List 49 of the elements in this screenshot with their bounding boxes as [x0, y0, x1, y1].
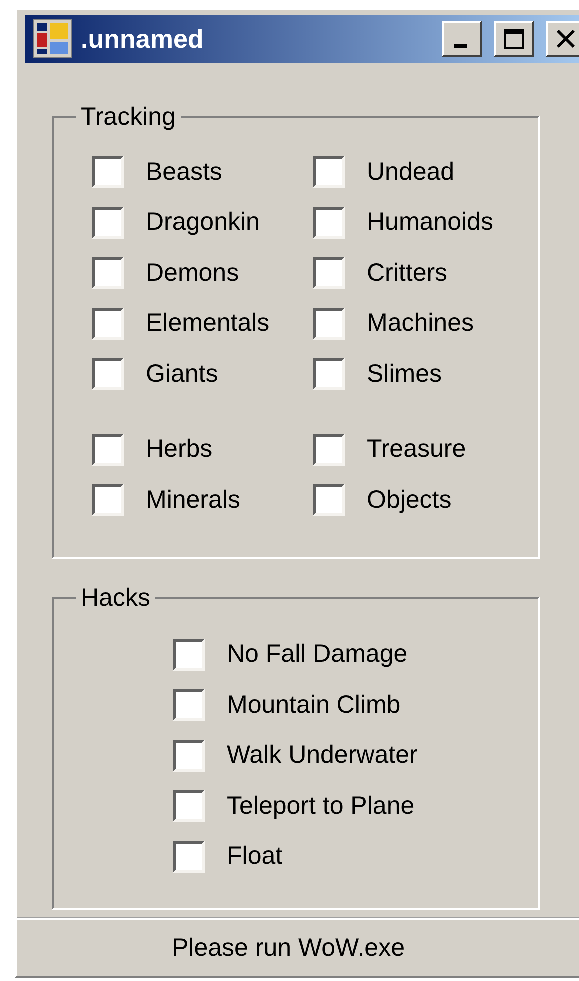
checkbox[interactable] [92, 484, 124, 516]
checkbox[interactable] [92, 358, 124, 390]
minimize-button[interactable] [442, 21, 482, 57]
window-title: .unnamed [81, 24, 205, 54]
minimize-icon [454, 44, 467, 48]
checkbox-label: Machines [367, 309, 474, 338]
checkbox-label: Elementals [146, 309, 270, 338]
checkbox[interactable] [92, 434, 124, 466]
checkbox[interactable] [313, 434, 345, 466]
checkbox[interactable] [92, 308, 124, 340]
checkbox-label: Dragonkin [146, 208, 260, 238]
checkbox[interactable] [92, 156, 124, 188]
checkbox-label: Mountain Climb [227, 690, 401, 720]
checkbox-label: Objects [367, 486, 452, 515]
checkbox[interactable] [173, 790, 205, 822]
checkbox[interactable] [92, 206, 124, 239]
checkbox-label: Giants [146, 360, 218, 389]
app-icon [33, 19, 73, 59]
maximize-button[interactable] [494, 21, 534, 57]
checkbox[interactable] [173, 689, 205, 722]
close-button[interactable] [546, 21, 579, 57]
checkbox-label: Teleport to Plane [227, 792, 415, 821]
checkbox-label: Treasure [367, 435, 466, 464]
checkbox-label: Slimes [367, 360, 442, 389]
checkbox[interactable] [313, 156, 345, 188]
group-title: Tracking [80, 102, 177, 132]
checkbox[interactable] [92, 257, 124, 290]
checkbox-label: Walk Underwater [227, 741, 418, 770]
checkbox[interactable] [313, 358, 345, 390]
checkbox-label: Beasts [146, 158, 222, 187]
checkbox[interactable] [173, 840, 205, 873]
checkbox-label: Demons [146, 258, 240, 288]
checkbox[interactable] [313, 257, 345, 290]
close-icon [554, 28, 578, 50]
checkbox[interactable] [313, 206, 345, 239]
checkbox-label: Minerals [146, 486, 240, 515]
checkbox-label: Herbs [146, 435, 213, 464]
checkbox[interactable] [173, 740, 205, 772]
checkbox[interactable] [173, 638, 205, 671]
checkbox[interactable] [313, 308, 345, 340]
maximize-icon [502, 28, 526, 50]
checkbox-label: Critters [367, 258, 448, 288]
checkbox-label: Undead [367, 158, 455, 187]
status-text: Please run WoW.exe [172, 934, 405, 962]
checkbox[interactable] [313, 484, 345, 516]
checkbox-label: No Fall Damage [227, 640, 408, 670]
checkbox-label: Float [227, 842, 283, 872]
checkbox-label: Humanoids [367, 208, 494, 238]
group-title: Hacks [80, 582, 152, 612]
